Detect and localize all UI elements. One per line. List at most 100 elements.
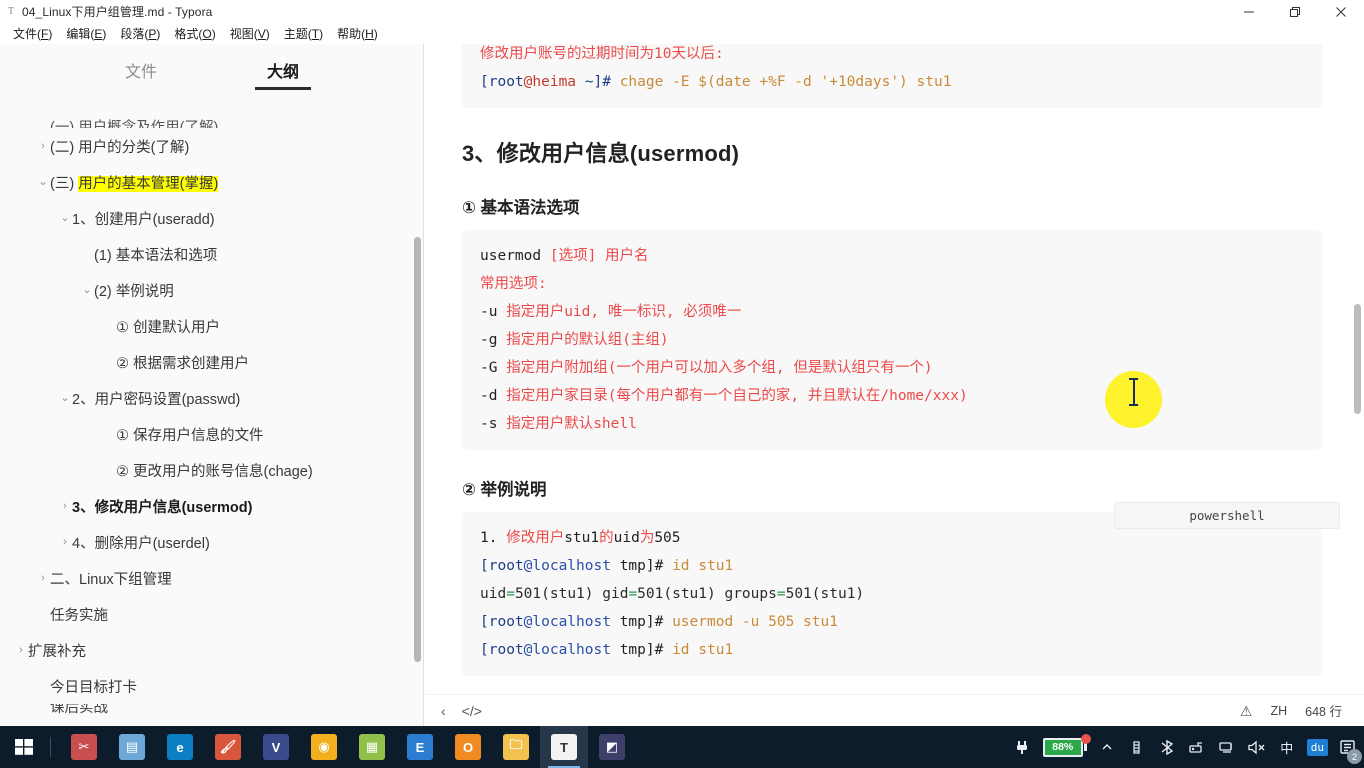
chevron-right-icon[interactable]: › [58, 500, 72, 512]
sidebar-tab-outline[interactable]: 大纲 [254, 58, 312, 90]
outline-item[interactable]: ⌄ (三) 用户的基本管理(掌握) [0, 164, 423, 200]
show-hidden-icons-chevron[interactable] [1097, 726, 1117, 768]
code-block-usermod-example[interactable]: 1. 修改用户stu1的uid为505 [root@localhost tmp]#… [462, 512, 1322, 676]
outline-item[interactable]: 课后实战 [0, 704, 423, 718]
taskbar-visio-app[interactable]: V [252, 726, 300, 768]
window-controls [1226, 0, 1364, 23]
taskbar-file-explorer[interactable]: 🗀 [492, 726, 540, 768]
code-token: 指定用户默认shell [506, 416, 637, 432]
taskbar-edge-browser[interactable]: e [156, 726, 204, 768]
taskbar-editor-app[interactable]: ▦ [348, 726, 396, 768]
menu-item-3[interactable]: 格式(O) [167, 24, 222, 43]
bluetooth-icon[interactable] [1157, 726, 1177, 768]
source-code-icon[interactable]: </> [462, 704, 482, 718]
sidebar-tab-files[interactable]: 文件 [125, 58, 157, 90]
code-line: -d 指定用户家目录(每个用户都有一个自己的家, 并且默认在/home/xxx) [480, 382, 1304, 410]
outline-item[interactable]: ⌄ (2) 举例说明 [0, 272, 423, 308]
taskbar-remote-app[interactable]: O [444, 726, 492, 768]
close-button[interactable] [1318, 0, 1364, 23]
sidebar-scrollbar-thumb[interactable] [414, 237, 421, 662]
taskbar-divider [50, 737, 54, 757]
chevron-right-icon[interactable]: › [36, 140, 50, 152]
taskbar-photos-app[interactable]: ◩ [588, 726, 636, 768]
battery-indicator[interactable]: 88% [1042, 726, 1091, 768]
taskbar-paint-app[interactable]: 🖌 [204, 726, 252, 768]
outline-item-label: ② 根据需求创建用户 [116, 355, 250, 372]
taskbar-snip-tool[interactable]: ✂ [60, 726, 108, 768]
menu-item-1[interactable]: 编辑(E) [59, 24, 113, 43]
back-chevron-icon[interactable]: ‹ [441, 704, 446, 718]
code-block-usermod-syntax[interactable]: usermod [选项] 用户名 常用选项: -u 指定用户uid, 唯一标识, 必… [462, 230, 1322, 450]
taskbar-chrome-browser[interactable]: ◉ [300, 726, 348, 768]
menu-item-4[interactable]: 视图(V) [223, 24, 277, 43]
code-token: = [628, 586, 638, 602]
chevron-down-icon[interactable]: ⌄ [58, 212, 72, 224]
code-language-selector[interactable]: powershell [1114, 502, 1340, 529]
chevron-right-icon[interactable]: › [58, 536, 72, 548]
outline-item[interactable]: › (二) 用户的分类(了解) [0, 128, 423, 164]
outline-item[interactable]: ② 根据需求创建用户 [0, 344, 423, 380]
outline-item[interactable]: ① 创建默认用户 [0, 308, 423, 344]
outline-item[interactable]: ⌄ 2、用户密码设置(passwd) [0, 380, 423, 416]
editor-scrollbar-thumb[interactable] [1354, 304, 1361, 414]
outline-item-label: (2) 举例说明 [94, 283, 174, 300]
code-token: uid [613, 530, 640, 546]
outline-item[interactable]: ⌄ 1、创建用户(useradd) [0, 200, 423, 236]
code-token: tmp]# [610, 642, 673, 658]
taskbar-notes-app[interactable]: ▤ [108, 726, 156, 768]
code-line: uid=501(stu1) gid=501(stu1) groups=501(s… [480, 580, 1304, 608]
code-token: [root [480, 614, 524, 630]
editor-pane[interactable]: 修改用户账号的过期时间为10天以后: [root@heima ~]# chage … [425, 44, 1364, 726]
menu-item-2[interactable]: 段落(P) [113, 24, 167, 43]
language-indicator[interactable]: ZH [1270, 704, 1287, 718]
code-line: [root@localhost tmp]# usermod -u 505 stu… [480, 608, 1304, 636]
chevron-down-icon[interactable]: ⌄ [36, 176, 50, 188]
outline-item-label: (一) 用户概念及作用(了解) [50, 120, 219, 128]
code-token: = [506, 586, 515, 602]
power-plug-icon[interactable] [1013, 726, 1033, 768]
safely-remove-icon[interactable] [1187, 726, 1207, 768]
notes-app-icon: ▤ [119, 734, 145, 760]
line-count-label[interactable]: 648 行 [1305, 701, 1342, 720]
menu-item-5[interactable]: 主题(T) [277, 24, 330, 43]
heading-basic-syntax: ① 基本语法选项 [462, 199, 580, 217]
outline-item-label: 任务实施 [50, 607, 108, 624]
code-token: -s [480, 416, 507, 432]
volume-muted-icon[interactable] [1247, 726, 1267, 768]
code-token: 修改用户账号的过期时间为10天以后: [480, 46, 724, 62]
onedrive-icon[interactable] [1127, 726, 1147, 768]
code-line: [root@heima ~]# chage -E $(date +%F -d '… [480, 68, 1304, 96]
outline-item[interactable]: › 扩展补充 [0, 632, 423, 668]
chevron-right-icon[interactable]: › [14, 644, 28, 656]
chevron-down-icon[interactable]: ⌄ [58, 392, 72, 404]
outline-item[interactable]: 任务实施 [0, 596, 423, 632]
outline-item[interactable]: ② 更改用户的账号信息(chage) [0, 452, 423, 488]
outline-item[interactable]: ① 保存用户信息的文件 [0, 416, 423, 452]
notification-center-icon[interactable]: 2 [1338, 726, 1362, 768]
menu-item-0[interactable]: 文件(F) [6, 24, 59, 43]
menu-item-6[interactable]: 帮助(H) [330, 24, 385, 43]
start-button[interactable] [0, 726, 48, 768]
maximize-restore-button[interactable] [1272, 0, 1318, 23]
chevron-down-icon[interactable]: ⌄ [80, 284, 94, 296]
baidu-ime-icon[interactable]: du [1306, 726, 1328, 768]
code-token: [root [480, 558, 524, 574]
outline-item[interactable]: › 3、修改用户信息(usermod) [0, 488, 423, 524]
network-icon[interactable] [1217, 726, 1237, 768]
ime-mode-icon[interactable]: 中 [1277, 726, 1297, 768]
code-block-chage[interactable]: 修改用户账号的过期时间为10天以后: [root@heima ~]# chage … [462, 44, 1322, 108]
outline-item[interactable]: (1) 基本语法和选项 [0, 236, 423, 272]
outline-item-label: 1、创建用户(useradd) [72, 211, 215, 228]
outline-item[interactable]: 今日目标打卡 [0, 668, 423, 704]
taskbar-wecom-app[interactable]: E [396, 726, 444, 768]
warning-triangle-icon[interactable]: ⚠ [1240, 704, 1253, 718]
outline-item[interactable]: (一) 用户概念及作用(了解) [0, 106, 423, 128]
chevron-right-icon[interactable]: › [36, 572, 50, 584]
outline-item[interactable]: › 4、删除用户(userdel) [0, 524, 423, 560]
code-token: 指定用户uid, 唯一标识, 必须唯一 [506, 304, 742, 320]
code-line: 修改用户账号的过期时间为10天以后: [480, 44, 1304, 68]
minimize-button[interactable] [1226, 0, 1272, 23]
outline-item[interactable]: › 二、Linux下组管理 [0, 560, 423, 596]
taskbar-typora-app[interactable]: T [540, 726, 588, 768]
